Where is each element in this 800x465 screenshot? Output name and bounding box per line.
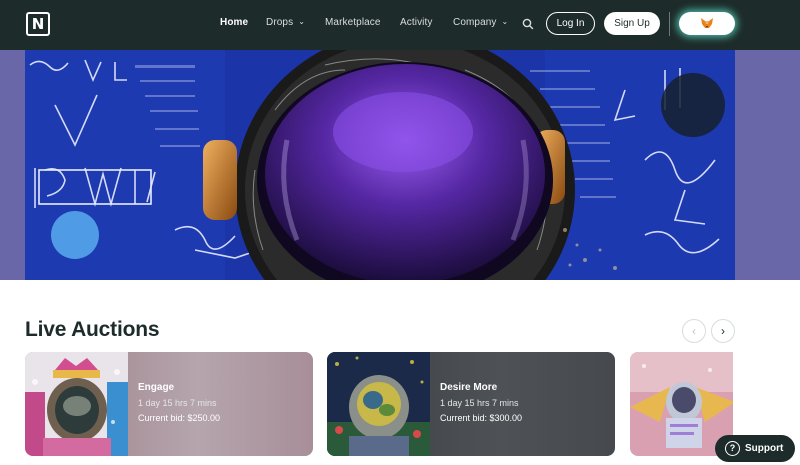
carousel-prev-button[interactable]: ‹ <box>682 319 706 343</box>
auction-current-bid: Current bid: $250.00 <box>138 413 221 423</box>
nav-drops-label: Drops <box>266 17 294 28</box>
login-button[interactable]: Log In <box>546 12 595 35</box>
chevron-down-icon: ⌄ <box>501 17 509 26</box>
auction-title: Engage <box>138 382 175 393</box>
chevron-left-icon: ‹ <box>692 324 696 338</box>
auction-current-bid: Current bid: $300.00 <box>440 413 523 423</box>
hero-banner <box>0 50 800 280</box>
auction-thumbnail <box>25 352 128 456</box>
auction-info: Engage 1 day 15 hrs 7 mins Current bid: … <box>128 352 313 456</box>
support-button[interactable]: ? Support <box>715 435 795 462</box>
auction-card[interactable]: Engage 1 day 15 hrs 7 mins Current bid: … <box>25 352 313 456</box>
fox-icon <box>701 18 713 29</box>
astronaut-artwork <box>25 50 735 280</box>
logo[interactable]: N <box>26 12 50 36</box>
connect-wallet-button[interactable] <box>679 12 735 35</box>
nav-drops[interactable]: Drops ⌄ <box>266 17 305 28</box>
carousel-next-button[interactable]: › <box>711 319 735 343</box>
auction-thumbnail <box>327 352 430 456</box>
nav-company-label: Company <box>453 17 497 28</box>
support-label: Support <box>745 443 784 454</box>
auction-title: Desire More <box>440 382 498 393</box>
nav-activity[interactable]: Activity <box>400 17 432 28</box>
auction-info: Desire More 1 day 15 hrs 7 mins Current … <box>430 352 615 456</box>
auction-time-left: 1 day 15 hrs 7 mins <box>138 398 217 408</box>
nav-marketplace[interactable]: Marketplace <box>325 17 381 28</box>
signup-button[interactable]: Sign Up <box>604 12 660 35</box>
search-icon[interactable] <box>522 18 534 30</box>
top-nav: N Home Drops ⌄ Marketplace Activity Compa… <box>0 0 800 50</box>
auction-time-left: 1 day 15 hrs 7 mins <box>440 398 519 408</box>
chevron-right-icon: › <box>721 324 725 338</box>
auction-card[interactable]: Desire More 1 day 15 hrs 7 mins Current … <box>327 352 615 456</box>
question-icon: ? <box>725 441 740 456</box>
chevron-down-icon: ⌄ <box>298 17 305 26</box>
nav-divider <box>669 12 670 36</box>
section-title-live-auctions: Live Auctions <box>25 318 160 341</box>
nav-home[interactable]: Home <box>220 17 248 28</box>
nav-company[interactable]: Company ⌄ <box>453 17 508 28</box>
hero-image[interactable] <box>25 50 735 280</box>
